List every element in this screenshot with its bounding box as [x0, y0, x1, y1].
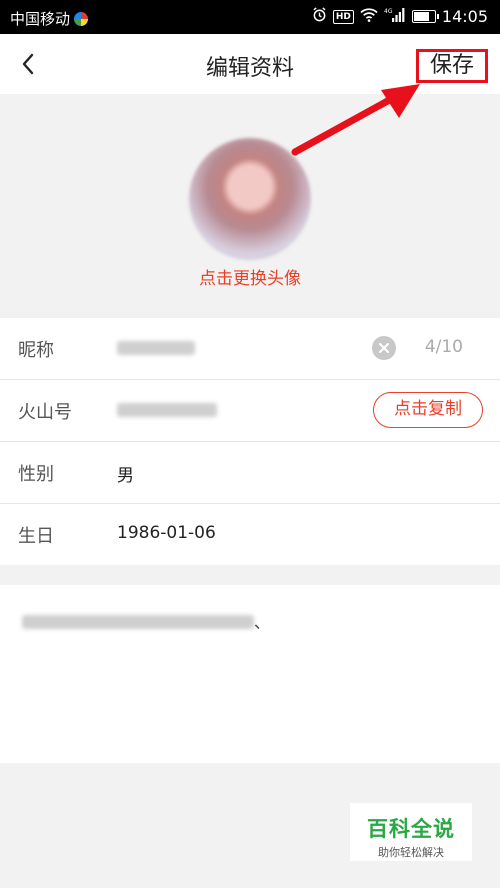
watermark-subtitle: 助你轻松解决 [378, 846, 444, 859]
nickname-field[interactable] [117, 341, 195, 355]
huoshan-id-label: 火山号 [18, 402, 72, 423]
alarm-icon [312, 7, 327, 26]
nickname-row: 昵称 4/10 [0, 318, 500, 380]
wifi-icon [360, 7, 378, 26]
status-bar-right: HD 4G 14:05 [312, 7, 488, 26]
title-bar: 编辑资料 保存 [0, 34, 500, 94]
nickname-counter: 4/10 [424, 337, 463, 357]
huoshan-id-row: 火山号 点击复制 [0, 380, 500, 442]
status-bar-left: 中国移动 [10, 8, 89, 29]
app-notification-icon [74, 11, 89, 26]
avatar-section: 点击更换头像 [0, 94, 500, 318]
annotation-arrow-icon [291, 84, 420, 156]
network-type: 4G [384, 8, 393, 15]
profile-form: 昵称 4/10 火山号 点击复制 性别 男 生日 1986-01-06 [0, 318, 500, 565]
birthday-value: 1986-01-06 [117, 523, 216, 543]
battery-icon [411, 10, 439, 23]
status-bar: 中国移动 HD 4G 14:05 [0, 0, 500, 34]
hd-badge: HD [332, 9, 354, 24]
carrier-name: 中国移动 [10, 10, 71, 28]
save-button[interactable]: 保存 [416, 49, 488, 83]
copy-button[interactable]: 点击复制 [373, 392, 483, 428]
birthday-label: 生日 [18, 526, 54, 547]
clock: 14:05 [441, 7, 488, 26]
signal-icon: 4G [384, 7, 406, 26]
watermark-title: 百科全说 [367, 817, 455, 841]
gender-value: 男 [117, 466, 134, 486]
bio-text-tail: 、 [254, 613, 271, 632]
clear-icon[interactable] [372, 336, 396, 360]
gender-label: 性别 [18, 464, 54, 485]
huoshan-id-value [117, 403, 217, 417]
bio-text [22, 615, 254, 629]
watermark-logo: 百科全说 助你轻松解决 [350, 803, 472, 861]
gender-row[interactable]: 性别 男 [0, 442, 500, 504]
nickname-label: 昵称 [18, 340, 54, 361]
bio-section[interactable]: 、 [0, 585, 500, 763]
change-avatar-link[interactable]: 点击更换头像 [0, 264, 500, 289]
birthday-row[interactable]: 生日 1986-01-06 [0, 504, 500, 565]
